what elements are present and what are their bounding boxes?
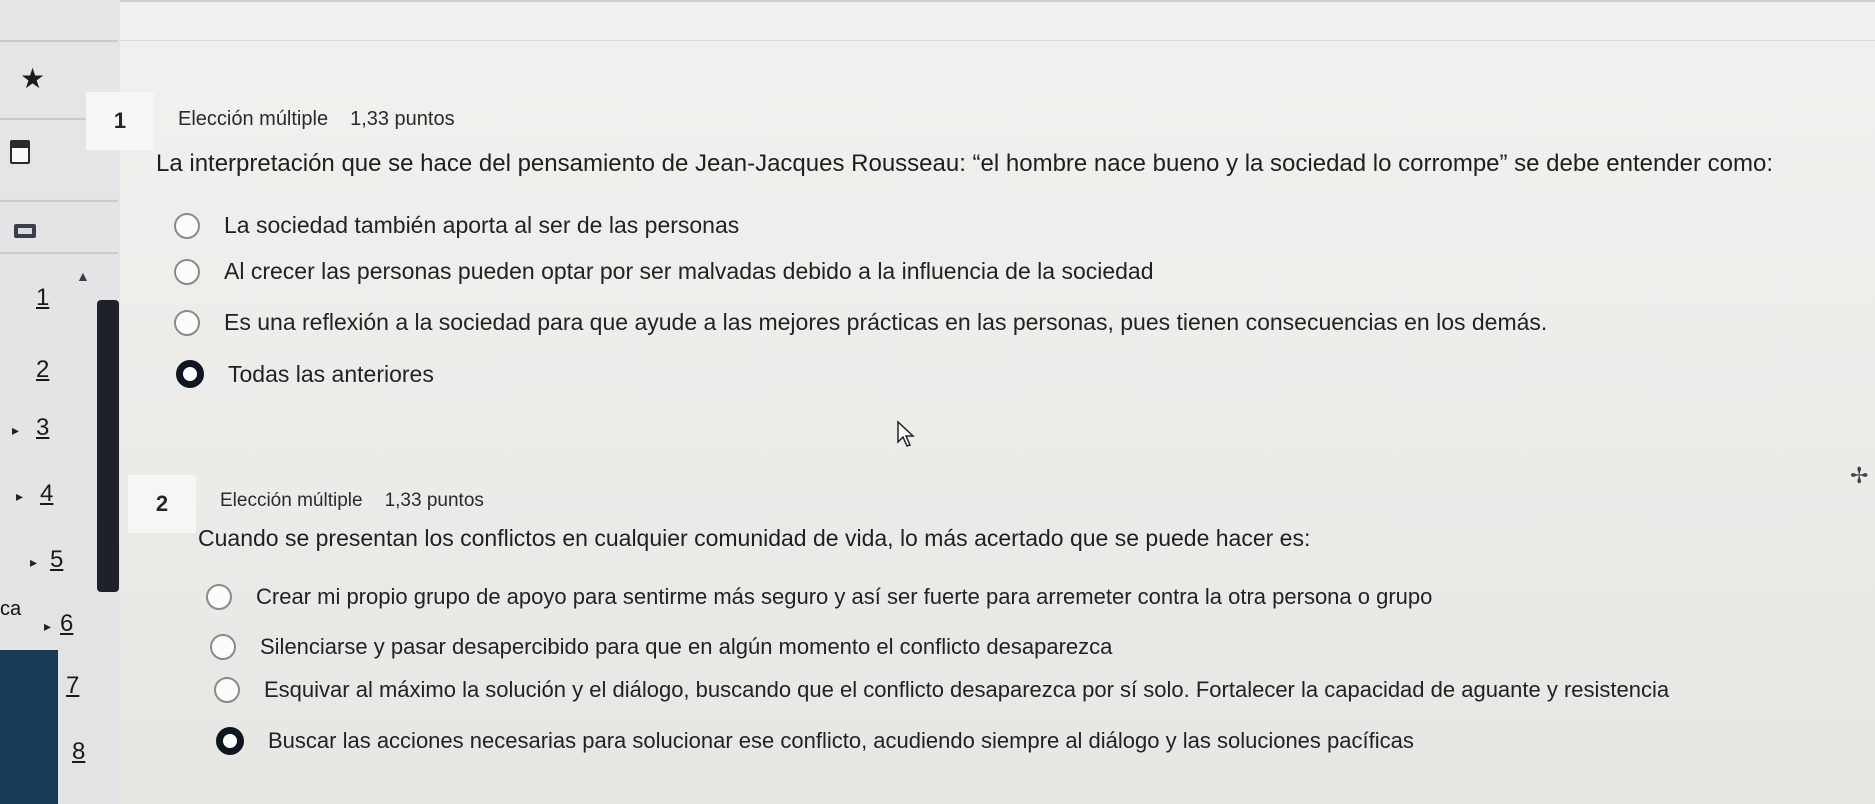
question-number: 1 [86,92,154,150]
question-nav-6[interactable]: 6 [60,610,73,638]
radio-button[interactable] [174,258,200,285]
sidebar-divider [0,40,118,42]
option-label: Buscar las acciones necesarias para solu… [268,728,1414,753]
calculator-icon[interactable] [14,224,36,238]
nav-bullet-icon: ▸ [12,422,20,438]
option-label: Es una reflexión a la sociedad para que … [224,309,1548,335]
answer-option[interactable]: Crear mi propio grupo de apoyo para sent… [206,584,1432,610]
option-label: Esquivar al máximo la solución y el diál… [264,677,1670,702]
question-nav-4[interactable]: 4 [40,480,53,508]
nav-bullet-icon: ▸ [30,554,38,570]
radio-button[interactable] [174,309,200,336]
question-type: Elección múltiple [220,490,363,511]
answer-option[interactable]: Esquivar al máximo la solución y el diál… [214,677,1669,703]
side-text: ca [0,598,22,620]
radio-button-selected[interactable] [176,360,204,388]
header-separator [120,40,1875,41]
question-nav-2[interactable]: 2 [36,356,49,384]
question-nav-7[interactable]: 7 [66,672,79,700]
question-nav-1[interactable]: 1 [36,284,49,312]
question-type: Elección múltiple [178,108,329,130]
answer-option[interactable]: La sociedad también aporta al ser de las… [174,212,739,239]
nav-bullet-icon: ▸ [44,618,52,634]
question-nav-3[interactable]: 3 [36,414,49,442]
radio-button[interactable] [214,677,240,703]
question-meta: Elección múltiple 1,33 puntos [220,490,484,512]
scrollbar-thumb[interactable] [97,300,119,592]
option-label: Silenciarse y pasar desapercibido para q… [260,634,1113,659]
pin-edge-icon: ✢ [1850,463,1869,488]
scroll-up-icon[interactable]: ▲ [76,268,90,284]
sidebar-bottom-bar [0,650,58,804]
question-nav-8[interactable]: 8 [72,738,85,766]
question-text: Cuando se presentan los conflictos en cu… [198,525,1311,551]
option-label: Todas las anteriores [228,360,434,387]
question-points: 1,33 puntos [384,490,484,511]
radio-button-selected[interactable] [216,727,244,755]
pin-icon[interactable]: ★ [20,62,45,95]
mouse-cursor-icon [897,420,915,447]
sidebar-divider [0,252,118,254]
question-number: 2 [128,475,196,533]
sidebar-divider [0,200,118,202]
question-points: 1,33 puntos [350,108,455,130]
question-nav-5[interactable]: 5 [50,546,63,574]
option-label: La sociedad también aporta al ser de las… [224,212,740,238]
answer-option[interactable]: Es una reflexión a la sociedad para que … [174,309,1547,336]
radio-button[interactable] [174,212,200,239]
top-border [0,0,1875,2]
question-meta: Elección múltiple 1,33 puntos [178,108,455,131]
radio-button[interactable] [210,634,236,660]
option-label: Al crecer las personas pueden optar por … [224,258,1154,284]
question-text: La interpretación que se hace del pensam… [156,150,1774,177]
radio-button[interactable] [206,584,232,610]
answer-option[interactable]: Al crecer las personas pueden optar por … [174,258,1154,285]
answer-option[interactable]: Silenciarse y pasar desapercibido para q… [210,634,1112,660]
nav-bullet-icon: ▸ [16,488,24,504]
flashcard-icon[interactable] [10,140,30,164]
answer-option[interactable]: Buscar las acciones necesarias para solu… [216,727,1414,755]
option-label: Crear mi propio grupo de apoyo para sent… [256,584,1433,609]
answer-option[interactable]: Todas las anteriores [176,360,434,388]
